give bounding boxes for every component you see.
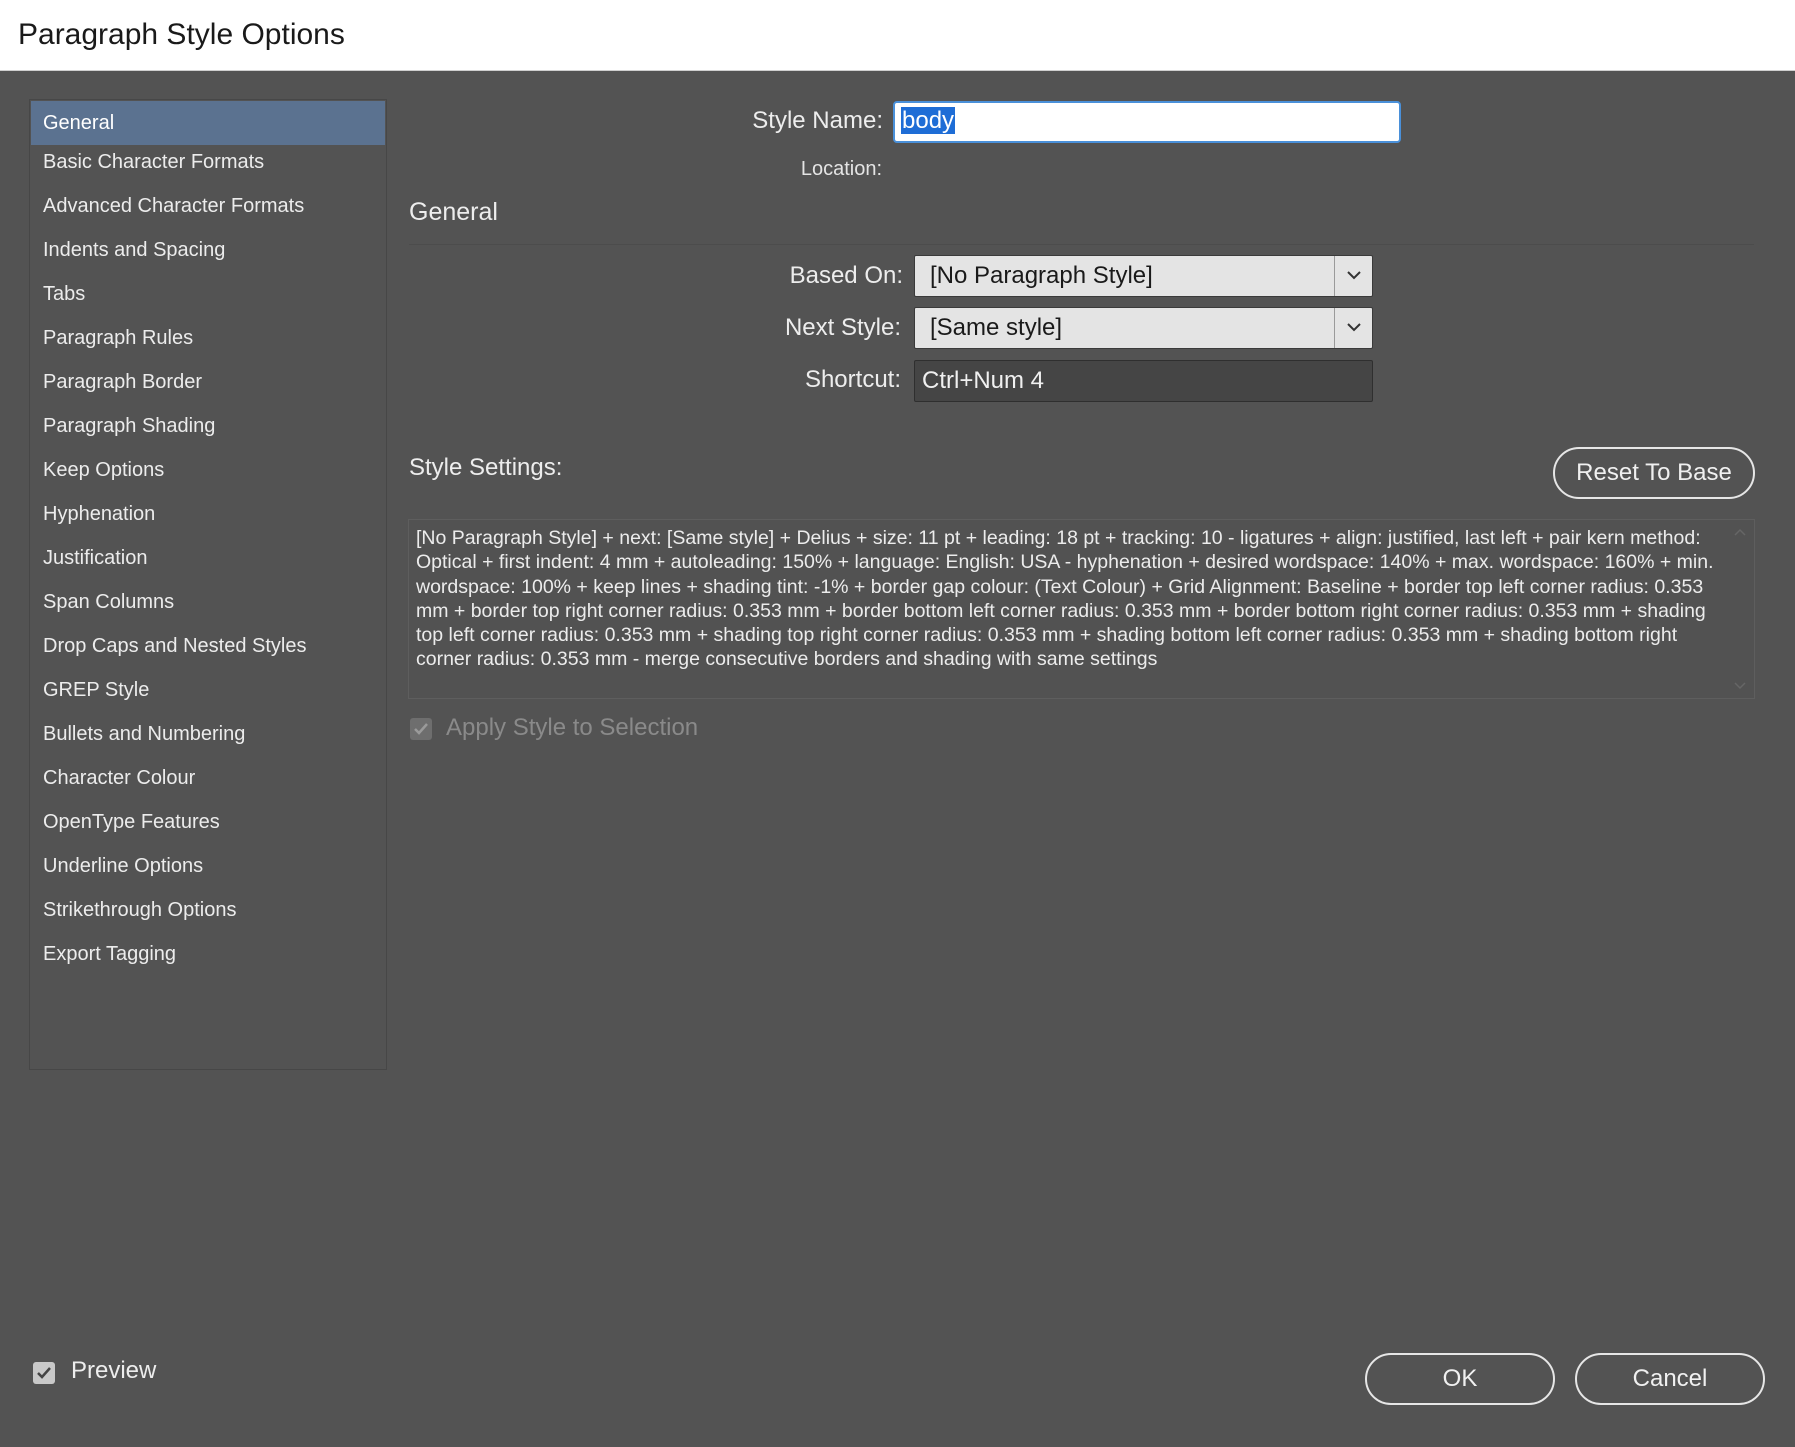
sidebar-item-underline-options[interactable]: Underline Options <box>31 844 385 888</box>
sidebar-item-justification[interactable]: Justification <box>31 536 385 580</box>
style-settings-label: Style Settings: <box>409 454 563 481</box>
paragraph-style-options-dialog: Paragraph Style Options General Basic Ch… <box>0 0 1795 1447</box>
reset-to-base-button[interactable]: Reset To Base <box>1553 447 1755 499</box>
based-on-value: [No Paragraph Style] <box>930 262 1153 289</box>
sidebar-item-character-colour[interactable]: Character Colour <box>31 756 385 800</box>
next-style-dropdown[interactable]: [Same style] <box>914 307 1373 349</box>
apply-style-label: Apply Style to Selection <box>446 714 699 741</box>
chevron-down-icon[interactable] <box>1334 256 1372 296</box>
style-settings-summary: [No Paragraph Style] + next: [Same style… <box>408 519 1755 699</box>
cancel-button[interactable]: Cancel <box>1575 1353 1765 1405</box>
title-bar: Paragraph Style Options <box>0 0 1795 71</box>
shortcut-label: Shortcut: <box>804 366 901 393</box>
shortcut-input[interactable]: Ctrl+Num 4 <box>914 360 1373 402</box>
category-list: General Basic Character Formats Advanced… <box>29 99 387 1070</box>
sidebar-item-opentype-features[interactable]: OpenType Features <box>31 800 385 844</box>
sidebar-item-basic-character-formats[interactable]: Basic Character Formats <box>31 140 385 184</box>
next-style-label: Next Style: <box>784 314 901 341</box>
location-label: Location: <box>800 158 882 180</box>
sidebar-item-paragraph-border[interactable]: Paragraph Border <box>31 360 385 404</box>
sidebar-item-general[interactable]: General <box>31 101 385 145</box>
sidebar-item-keep-options[interactable]: Keep Options <box>31 448 385 492</box>
style-settings-text: [No Paragraph Style] + next: [Same style… <box>416 527 1714 671</box>
next-style-value: [Same style] <box>930 314 1063 341</box>
sidebar-item-strikethrough-options[interactable]: Strikethrough Options <box>31 888 385 932</box>
sidebar-item-advanced-character-formats[interactable]: Advanced Character Formats <box>31 184 385 228</box>
ok-button[interactable]: OK <box>1365 1353 1555 1405</box>
style-name-label: Style Name: <box>752 107 883 134</box>
chevron-down-icon[interactable] <box>1334 308 1372 348</box>
based-on-dropdown[interactable]: [No Paragraph Style] <box>914 255 1373 297</box>
section-title-general: General <box>409 198 498 226</box>
section-divider <box>409 244 1754 245</box>
sidebar-item-drop-caps-and-nested-styles[interactable]: Drop Caps and Nested Styles <box>31 624 385 668</box>
preview-checkbox[interactable] <box>33 1362 55 1384</box>
style-name-value: body <box>901 107 956 134</box>
sidebar-item-export-tagging[interactable]: Export Tagging <box>31 932 385 976</box>
checkmark-icon <box>414 723 428 735</box>
scroll-down-icon[interactable] <box>1734 682 1746 690</box>
dialog-title: Paragraph Style Options <box>18 18 345 51</box>
based-on-label: Based On: <box>789 262 903 289</box>
sidebar-item-bullets-and-numbering[interactable]: Bullets and Numbering <box>31 712 385 756</box>
sidebar-item-tabs[interactable]: Tabs <box>31 272 385 316</box>
scroll-up-icon[interactable] <box>1734 528 1746 536</box>
sidebar-item-hyphenation[interactable]: Hyphenation <box>31 492 385 536</box>
sidebar-item-paragraph-shading[interactable]: Paragraph Shading <box>31 404 385 448</box>
preview-label: Preview <box>71 1357 157 1384</box>
sidebar-item-paragraph-rules[interactable]: Paragraph Rules <box>31 316 385 360</box>
sidebar-item-grep-style[interactable]: GREP Style <box>31 668 385 712</box>
checkmark-icon <box>37 1367 51 1379</box>
apply-style-checkbox[interactable] <box>410 718 432 740</box>
sidebar-item-span-columns[interactable]: Span Columns <box>31 580 385 624</box>
sidebar-item-indents-and-spacing[interactable]: Indents and Spacing <box>31 228 385 272</box>
style-name-input[interactable]: body <box>893 101 1401 143</box>
